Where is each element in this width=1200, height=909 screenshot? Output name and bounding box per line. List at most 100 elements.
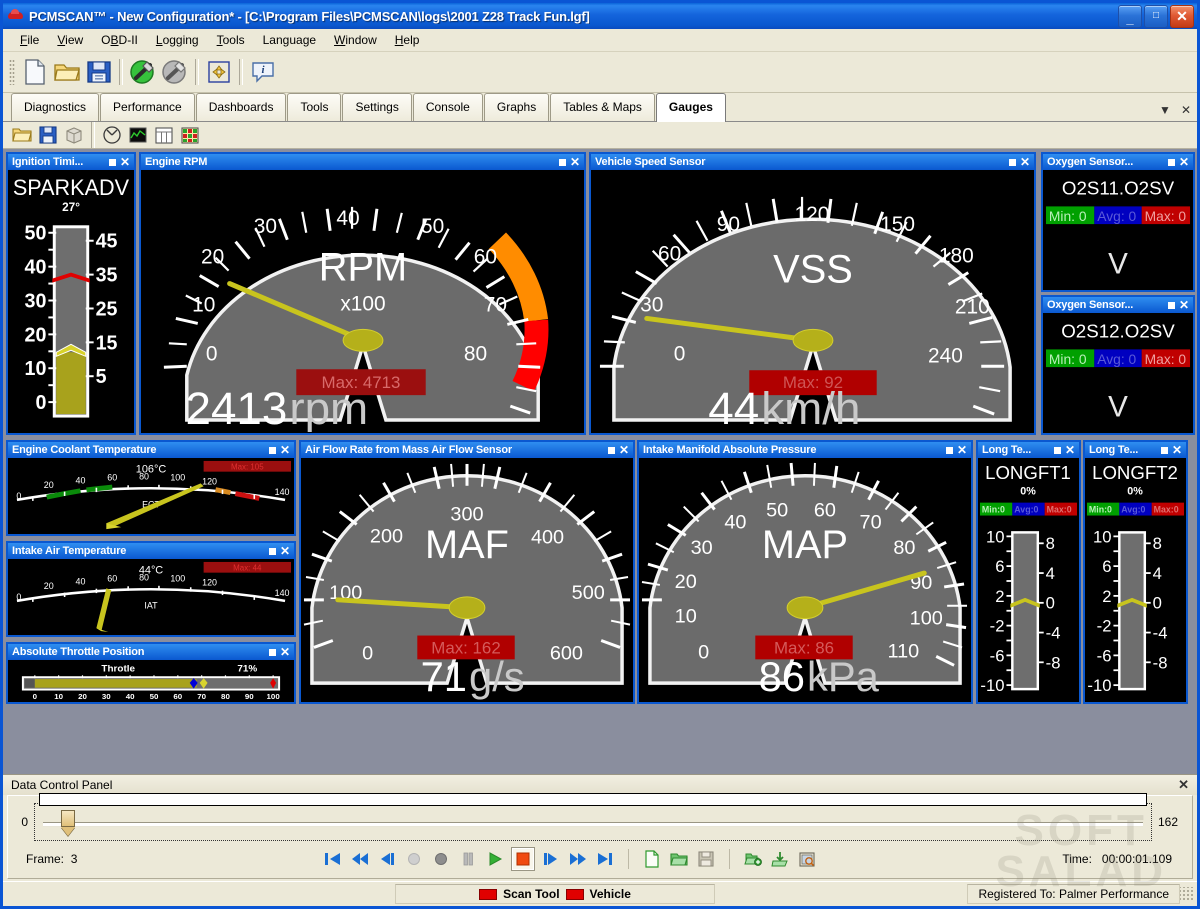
chevron-down-icon[interactable]: ▼ (1159, 103, 1171, 117)
playback-slider[interactable] (34, 803, 1152, 841)
menu-obd-ii[interactable]: OBD-II (92, 30, 147, 50)
panel-titlebar[interactable]: Long Te... ✕ (978, 442, 1079, 458)
panel-close-icon[interactable]: ✕ (280, 647, 290, 657)
panel-titlebar[interactable]: Oxygen Sensor... ✕ (1043, 154, 1193, 170)
export-log-button[interactable] (769, 848, 791, 870)
skip-to-end-button[interactable] (594, 848, 616, 870)
disconnect-plug-icon[interactable] (159, 56, 191, 88)
info-icon[interactable]: i (247, 56, 279, 88)
menu-window[interactable]: Window (325, 30, 386, 50)
panel-titlebar[interactable]: Engine Coolant Temperature ✕ (8, 442, 294, 458)
tab-settings[interactable]: Settings (342, 93, 411, 121)
panel-close-icon[interactable]: ✕ (619, 445, 629, 455)
panel-long-fuel-trim-2[interactable]: Long Te... ✕ LONGFT2 0% Min:0 Avg:0 Max:… (1083, 440, 1188, 704)
panel-restore-icon[interactable] (1009, 159, 1016, 166)
panel-restore-icon[interactable] (559, 159, 566, 166)
menu-tools[interactable]: Tools (208, 30, 254, 50)
tab-graphs[interactable]: Graphs (484, 93, 549, 121)
panel-manifold-pressure[interactable]: Intake Manifold Absolute Pressure ✕ (637, 440, 973, 704)
panel-titlebar[interactable]: Absolute Throttle Position ✕ (8, 644, 294, 660)
panel-close-icon[interactable]: ✕ (120, 157, 130, 167)
add-table-icon[interactable] (151, 124, 177, 146)
tab-console[interactable]: Console (413, 93, 483, 121)
log-properties-button[interactable] (796, 848, 818, 870)
open-folder-icon[interactable] (51, 56, 83, 88)
resize-grip-icon[interactable] (1180, 887, 1194, 901)
panel-close-icon[interactable]: ✕ (1172, 445, 1182, 455)
fit-to-window-icon[interactable] (203, 56, 235, 88)
panel-titlebar[interactable]: Oxygen Sensor... ✕ (1043, 297, 1193, 313)
tab-dashboards[interactable]: Dashboards (196, 93, 287, 121)
panel-close-icon[interactable]: ✕ (280, 445, 290, 455)
step-forward-button[interactable] (540, 848, 562, 870)
record-disabled-button[interactable] (403, 848, 425, 870)
panel-close-icon[interactable]: ✕ (570, 157, 580, 167)
tab-tools[interactable]: Tools (287, 93, 341, 121)
toolbar-grip[interactable] (9, 59, 15, 85)
panel-restore-icon[interactable] (109, 159, 116, 166)
panel-titlebar[interactable]: Ignition Timi... ✕ (8, 154, 134, 170)
add-graph-icon[interactable] (125, 124, 151, 146)
panel-titlebar[interactable]: Vehicle Speed Sensor ✕ (591, 154, 1034, 170)
menu-file[interactable]: File (11, 30, 48, 50)
panel-restore-icon[interactable] (608, 447, 615, 454)
add-grid-icon[interactable] (177, 124, 203, 146)
panel-titlebar[interactable]: Engine RPM ✕ (141, 154, 584, 170)
panel-close-icon[interactable]: ✕ (1179, 157, 1189, 167)
panel-ignition-timing[interactable]: Ignition Timi... ✕ SPARKADV 27° (6, 152, 136, 435)
close-icon[interactable]: ✕ (1178, 777, 1193, 793)
panel-close-icon[interactable]: ✕ (957, 445, 967, 455)
slider-thumb[interactable] (61, 810, 75, 836)
panel-engine-rpm[interactable]: Engine RPM ✕ (139, 152, 586, 435)
close-icon[interactable]: ✕ (1181, 103, 1191, 117)
menu-logging[interactable]: Logging (147, 30, 208, 50)
panel-vehicle-speed[interactable]: Vehicle Speed Sensor ✕ (589, 152, 1036, 435)
rewind-button[interactable] (349, 848, 371, 870)
stop-button[interactable] (511, 847, 535, 871)
panel-close-icon[interactable]: ✕ (1179, 300, 1189, 310)
tab-tables-and-maps[interactable]: Tables & Maps (550, 93, 655, 121)
panel-restore-icon[interactable] (1168, 159, 1175, 166)
menu-view[interactable]: View (48, 30, 92, 50)
package-icon[interactable] (61, 124, 87, 146)
menu-help[interactable]: Help (386, 30, 429, 50)
open-log-button[interactable] (668, 848, 690, 870)
panel-restore-icon[interactable] (269, 649, 276, 656)
panel-mass-air-flow[interactable]: Air Flow Rate from Mass Air Flow Sensor … (299, 440, 635, 704)
panel-o2-sensor-2[interactable]: Oxygen Sensor... ✕ O2S12.O2SV Min: 0 Avg… (1041, 295, 1195, 435)
panel-long-fuel-trim-1[interactable]: Long Te... ✕ LONGFT1 0% Min:0 Avg:0 Max:… (976, 440, 1081, 704)
record-button[interactable] (430, 848, 452, 870)
save-disk-icon[interactable] (83, 56, 115, 88)
tab-performance[interactable]: Performance (100, 93, 195, 121)
save-log-button[interactable] (695, 848, 717, 870)
panel-restore-icon[interactable] (1054, 447, 1061, 454)
panel-close-icon[interactable]: ✕ (280, 546, 290, 556)
save-dashboard-icon[interactable] (35, 124, 61, 146)
menu-language[interactable]: Language (254, 30, 325, 50)
step-back-button[interactable] (376, 848, 398, 870)
panel-restore-icon[interactable] (1168, 302, 1175, 309)
panel-restore-icon[interactable] (269, 548, 276, 555)
add-gauge-icon[interactable] (99, 124, 125, 146)
panel-engine-coolant-temp[interactable]: Engine Coolant Temperature ✕ Max: 105 10… (6, 440, 296, 536)
panel-titlebar[interactable]: Intake Air Temperature ✕ (8, 543, 294, 559)
panel-restore-icon[interactable] (1161, 447, 1168, 454)
panel-absolute-throttle-position[interactable]: Absolute Throttle Position ✕ Throtle 71% (6, 642, 296, 704)
panel-titlebar[interactable]: Air Flow Rate from Mass Air Flow Sensor … (301, 442, 633, 458)
panel-o2-sensor-1[interactable]: Oxygen Sensor... ✕ O2S11.O2SV Min: 0 Avg… (1041, 152, 1195, 292)
import-log-button[interactable] (742, 848, 764, 870)
panel-titlebar[interactable]: Long Te... ✕ (1085, 442, 1186, 458)
panel-restore-icon[interactable] (946, 447, 953, 454)
panel-close-icon[interactable]: ✕ (1065, 445, 1075, 455)
minimize-button[interactable]: _ (1118, 5, 1142, 28)
panel-titlebar[interactable]: Intake Manifold Absolute Pressure ✕ (639, 442, 971, 458)
fast-forward-button[interactable] (567, 848, 589, 870)
panel-close-icon[interactable]: ✕ (1020, 157, 1030, 167)
play-button[interactable] (484, 848, 506, 870)
new-document-icon[interactable] (19, 56, 51, 88)
tab-gauges[interactable]: Gauges (656, 93, 726, 122)
pause-button[interactable] (457, 848, 479, 870)
close-button[interactable]: ✕ (1170, 5, 1194, 28)
open-dashboard-icon[interactable] (9, 124, 35, 146)
skip-to-start-button[interactable] (322, 848, 344, 870)
